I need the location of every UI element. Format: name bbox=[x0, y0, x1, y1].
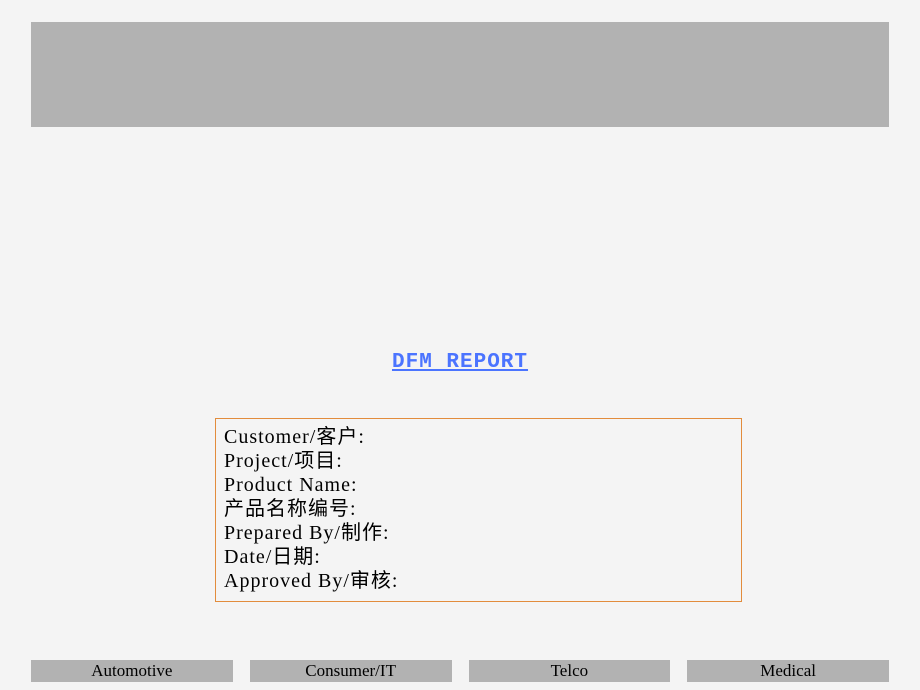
prepared-by-label: Prepared By/制作: bbox=[224, 521, 733, 545]
tab-automotive[interactable]: Automotive bbox=[31, 660, 233, 682]
tab-medical[interactable]: Medical bbox=[687, 660, 889, 682]
product-name-label: Product Name: bbox=[224, 473, 733, 497]
report-title-text: DFM REPORT bbox=[392, 351, 528, 374]
info-box: Customer/客户: Project/项目: Product Name: 产… bbox=[215, 418, 742, 602]
project-label: Project/项目: bbox=[224, 449, 733, 473]
product-code-label: 产品名称编号: bbox=[224, 497, 733, 521]
footer-tabs: Automotive Consumer/IT Telco Medical bbox=[31, 660, 889, 682]
report-title: DFM REPORT bbox=[0, 351, 920, 374]
tab-telco[interactable]: Telco bbox=[469, 660, 671, 682]
date-label: Date/日期: bbox=[224, 545, 733, 569]
header-placeholder bbox=[31, 22, 889, 127]
approved-by-label: Approved By/审核: bbox=[224, 569, 733, 593]
tab-consumer-it[interactable]: Consumer/IT bbox=[250, 660, 452, 682]
customer-label: Customer/客户: bbox=[224, 425, 733, 449]
